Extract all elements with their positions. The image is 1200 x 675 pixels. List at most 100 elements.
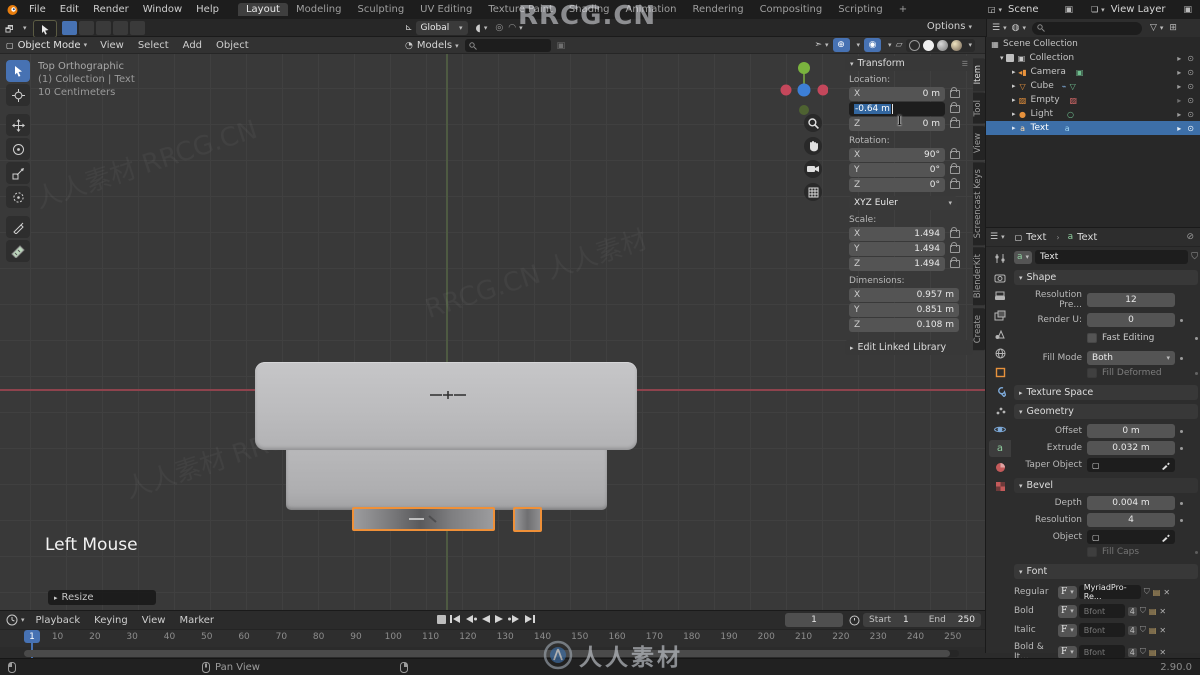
animate-dot[interactable] <box>1195 550 1198 554</box>
rotation-y-field[interactable]: Y 0° <box>849 163 945 177</box>
rotation-mode-dropdown[interactable]: XYZ Euler ▾ <box>849 196 957 210</box>
tool-scale[interactable] <box>6 162 30 184</box>
lock-icon[interactable] <box>950 102 960 113</box>
outliner-row-camera[interactable]: ▸ ◂▮ Camera ▣ ▸ ⊙ <box>986 65 1200 79</box>
unlink-x-icon[interactable]: ✕ <box>1159 648 1166 657</box>
model-upper-slab[interactable] <box>255 362 637 450</box>
timeline-scrollbar[interactable] <box>24 650 959 657</box>
jump-to-start-button[interactable] <box>449 614 461 624</box>
lock-icon[interactable] <box>950 227 960 238</box>
outliner-search-field[interactable] <box>1031 21 1142 35</box>
breadcrumb-object[interactable]: Text <box>1026 232 1046 243</box>
font-panel-header[interactable]: ▾ Font <box>1014 564 1198 579</box>
outliner-filter-collection-icon[interactable]: ◍ <box>1012 23 1020 33</box>
users-count[interactable]: 4 <box>1127 647 1137 657</box>
expand-icon[interactable]: ▸ <box>1012 96 1016 104</box>
outliner-row-scene-collection[interactable]: ▦ Scene Collection <box>986 37 1200 51</box>
font-italic-field[interactable]: Bfont <box>1078 623 1125 637</box>
animate-dot[interactable] <box>1180 501 1183 505</box>
expand-icon[interactable]: ▸ <box>1012 110 1016 118</box>
play-button[interactable] <box>494 614 505 624</box>
taper-object-field[interactable]: ▢ <box>1087 458 1175 472</box>
text-object-selected[interactable] <box>352 507 495 531</box>
texture-space-panel-header[interactable]: ▸ Texture Space <box>1014 385 1198 400</box>
open-folder-icon[interactable]: ▤ <box>1149 648 1157 657</box>
cursor-select-icon[interactable]: ▸ <box>1177 54 1181 63</box>
outliner-row-light[interactable]: ▸ ● Light ○ ▸ ⊙ <box>986 107 1200 121</box>
outliner-row-collection[interactable]: ▾ ▣ Collection ▸ ⊙ <box>986 51 1200 65</box>
open-folder-icon[interactable]: ▤ <box>1149 607 1157 616</box>
select-subtract-button[interactable] <box>96 21 111 35</box>
timeline-menu-item[interactable]: Marker <box>172 615 221 626</box>
menu-item[interactable]: Edit <box>53 4 86 15</box>
edit-linked-library-header[interactable]: ▸ Edit Linked Library <box>845 340 973 355</box>
active-tool-button[interactable] <box>33 20 57 38</box>
font-bold-italic-field[interactable]: Bfont <box>1078 645 1125 659</box>
lock-icon[interactable] <box>950 117 960 128</box>
n-panel-tab[interactable]: BlenderKit <box>973 247 985 306</box>
fill-deformed-checkbox[interactable] <box>1087 368 1097 378</box>
workspace-tab[interactable]: UV Editing <box>412 3 480 16</box>
tab-view-layer[interactable] <box>989 307 1011 324</box>
asset-category-dropdown[interactable]: Models ▾ <box>417 40 459 51</box>
animate-dot[interactable] <box>1180 446 1183 450</box>
font-f-dropdown[interactable]: F ▾ <box>1058 623 1077 637</box>
lock-icon[interactable] <box>950 242 960 253</box>
eye-visibility-icon[interactable]: ⊙ <box>1187 54 1194 63</box>
depth-field[interactable]: 0.004 m <box>1087 496 1175 510</box>
tool-transform[interactable] <box>6 186 30 208</box>
start-frame-value[interactable]: 1 <box>903 615 909 625</box>
jump-to-end-button[interactable] <box>524 614 536 624</box>
outliner-display-mode-icon[interactable]: ☰ <box>992 23 1000 33</box>
data-name-field[interactable]: Text <box>1035 250 1189 264</box>
tab-output[interactable] <box>989 288 1011 305</box>
scene-name[interactable]: Scene <box>1008 4 1039 15</box>
n-panel-tab[interactable]: View <box>973 125 985 161</box>
bevel-resolution-field[interactable]: 4 <box>1087 513 1175 527</box>
resolution-preview-field[interactable]: 12 <box>1087 293 1175 307</box>
tool-cursor[interactable] <box>6 84 30 106</box>
open-folder-icon[interactable]: ▤ <box>1149 626 1157 635</box>
menu-item[interactable]: Window <box>136 4 189 15</box>
orientation-dropdown[interactable]: Global ▾ <box>415 21 468 35</box>
geometry-panel-header[interactable]: ▾ Geometry <box>1014 404 1198 419</box>
select-intersect-button[interactable] <box>130 21 145 35</box>
n-panel-tab[interactable]: Screencast Keys <box>973 162 985 246</box>
bevel-object-field[interactable]: ▢ <box>1087 530 1175 544</box>
dimensions-y-field[interactable]: Y 0.851 m <box>849 303 959 317</box>
users-count[interactable]: 4 <box>1127 625 1137 635</box>
eye-visibility-icon[interactable]: ⊙ <box>1187 110 1194 119</box>
viewport-menu-item[interactable]: Add <box>176 40 209 51</box>
select-new-button[interactable] <box>62 21 77 35</box>
view-layer-name[interactable]: View Layer <box>1111 4 1166 15</box>
shading-wireframe-icon[interactable] <box>909 39 921 51</box>
menu-item[interactable]: Help <box>189 4 226 15</box>
expand-icon[interactable]: ▸ <box>1012 82 1016 90</box>
font-f-dropdown[interactable]: F ▾ <box>1058 604 1077 618</box>
lock-icon[interactable] <box>950 163 960 174</box>
lock-icon[interactable] <box>950 87 960 98</box>
font-data-icon-dropdown[interactable]: a ▾ <box>1014 250 1033 264</box>
menu-item[interactable]: Render <box>86 4 136 15</box>
lock-icon[interactable] <box>950 178 960 189</box>
outliner-row-empty[interactable]: ▸ ▨ Empty ▨ ▸ ⊙ <box>986 93 1200 107</box>
animate-dot[interactable] <box>1180 518 1183 522</box>
users-count[interactable]: 4 <box>1127 606 1137 616</box>
navigation-gizmo[interactable] <box>780 58 828 118</box>
gizmos-toggle-icon[interactable]: ⊕ <box>832 38 850 52</box>
unlink-x-icon[interactable]: ✕ <box>1159 607 1166 616</box>
animate-dot[interactable] <box>1180 318 1183 322</box>
select-extend-button[interactable] <box>79 21 94 35</box>
current-frame-field[interactable]: 1 <box>785 613 843 627</box>
viewport-menu-item[interactable]: Object <box>209 40 256 51</box>
rotation-z-field[interactable]: Z 0° <box>849 178 945 192</box>
animate-dot[interactable] <box>1195 336 1198 340</box>
shading-solid-icon[interactable] <box>923 39 935 51</box>
open-folder-icon[interactable]: ▤ <box>1153 588 1161 597</box>
fill-mode-dropdown[interactable]: Both ▾ <box>1087 351 1175 365</box>
extrude-field[interactable]: 0.032 m <box>1087 441 1175 455</box>
editor-type-icon[interactable]: 🗗 <box>5 22 13 38</box>
timeline-menu-item[interactable]: View <box>135 615 173 626</box>
eye-visibility-icon[interactable]: ⊙ <box>1187 68 1194 77</box>
operator-panel[interactable]: ▸ Resize <box>48 590 156 605</box>
